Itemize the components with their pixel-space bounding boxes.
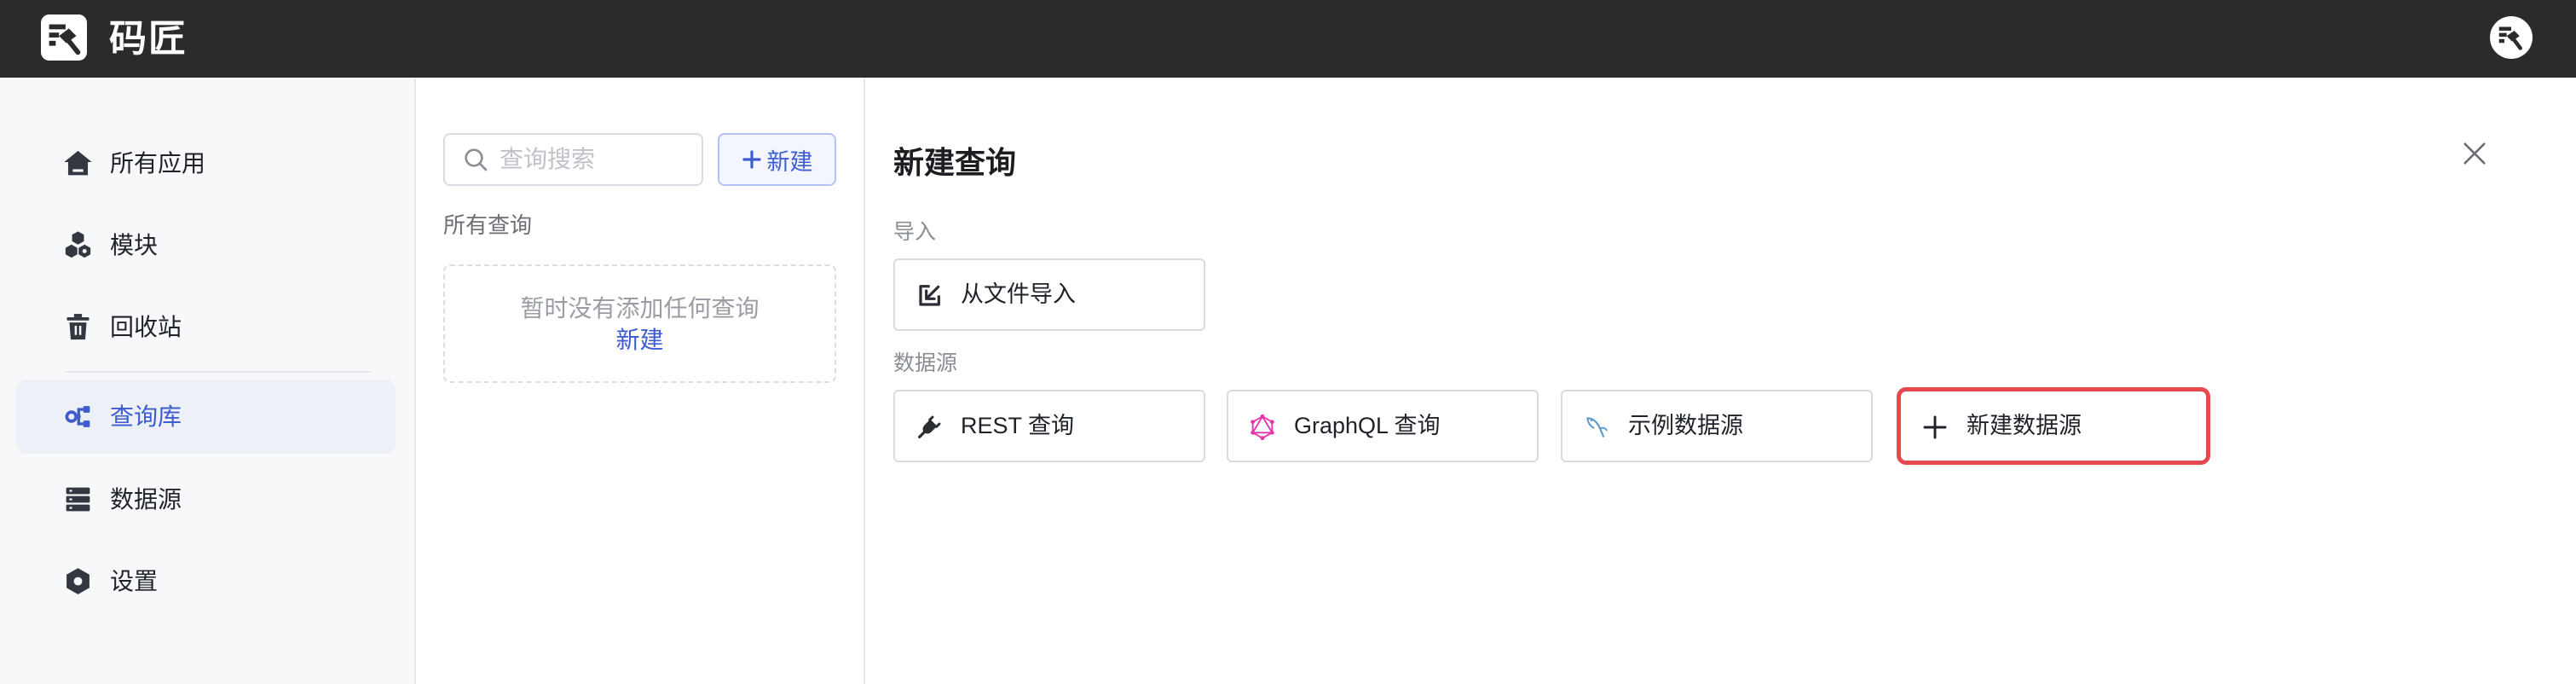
sidebar-item-label: 所有应用 [110,150,206,177]
import-file-icon [915,282,943,310]
graphql-icon [1249,414,1276,441]
empty-state-text: 暂时没有添加任何查询 [520,295,760,322]
sidebar-item-settings[interactable]: 设置 [16,544,396,618]
query-library-icon [62,401,94,432]
sidebar-item-modules[interactable]: 模块 [16,208,396,282]
sidebar-item-label: 模块 [110,232,159,258]
sidebar-item-recycle-bin[interactable]: 回收站 [16,290,396,364]
home-icon [62,148,94,179]
new-query-button[interactable]: 新建 [718,133,836,186]
trash-icon [62,311,94,343]
sample-datasource-label: 示例数据源 [1628,413,1743,438]
sidebar-item-all-apps[interactable]: 所有应用 [16,126,396,200]
sidebar: 所有应用 模块 回收站 查询库 数据源 设置 [0,78,416,684]
plus-icon [1921,414,1949,441]
rest-plug-icon [915,414,943,441]
sidebar-item-query-library[interactable]: 查询库 [16,380,396,454]
new-query-panel: 新建查询 导入 从文件导入 数据源 REST 查询 GraphQL 查询 示例数… [865,78,2576,684]
all-queries-label: 所有查询 [443,212,533,238]
search-icon [462,146,489,173]
empty-state-new-link[interactable]: 新建 [445,325,835,356]
rest-query-card[interactable]: REST 查询 [893,390,1205,462]
close-icon[interactable] [2460,139,2489,168]
hammer-logo-icon[interactable] [41,14,87,61]
page-title: 新建查询 [893,145,1017,180]
database-icon [62,484,94,515]
mysql-dolphin-icon [1583,414,1610,441]
sidebar-item-label: 回收站 [110,314,182,340]
sample-datasource-card[interactable]: 示例数据源 [1561,390,1873,462]
search-box [443,133,703,186]
empty-queries-placeholder: 暂时没有添加任何查询 新建 [443,264,836,383]
graphql-query-card[interactable]: GraphQL 查询 [1227,390,1539,462]
import-from-file-button[interactable]: 从文件导入 [893,258,1205,331]
sidebar-item-label: 设置 [110,568,159,594]
import-from-file-label: 从文件导入 [961,281,1076,307]
top-bar: 码匠 [0,0,2576,78]
sidebar-item-datasources[interactable]: 数据源 [16,462,396,536]
new-query-button-label: 新建 [766,148,813,175]
sidebar-divider [66,371,371,373]
settings-icon [62,565,94,597]
modules-icon [62,229,94,261]
new-datasource-label: 新建数据源 [1967,413,2082,438]
rest-query-label: REST 查询 [961,413,1075,438]
user-avatar-icon[interactable] [2490,16,2533,59]
graphql-query-label: GraphQL 查询 [1294,413,1441,438]
import-section-label: 导入 [893,220,937,244]
new-datasource-card[interactable]: 新建数据源 [1899,390,2208,462]
plus-icon [742,149,762,170]
sidebar-item-label: 查询库 [110,403,182,430]
query-list-panel: 新建 所有查询 暂时没有添加任何查询 新建 [416,78,865,684]
sidebar-item-label: 数据源 [110,486,182,513]
app-title: 码匠 [109,18,188,60]
datasource-section-label: 数据源 [893,351,958,375]
